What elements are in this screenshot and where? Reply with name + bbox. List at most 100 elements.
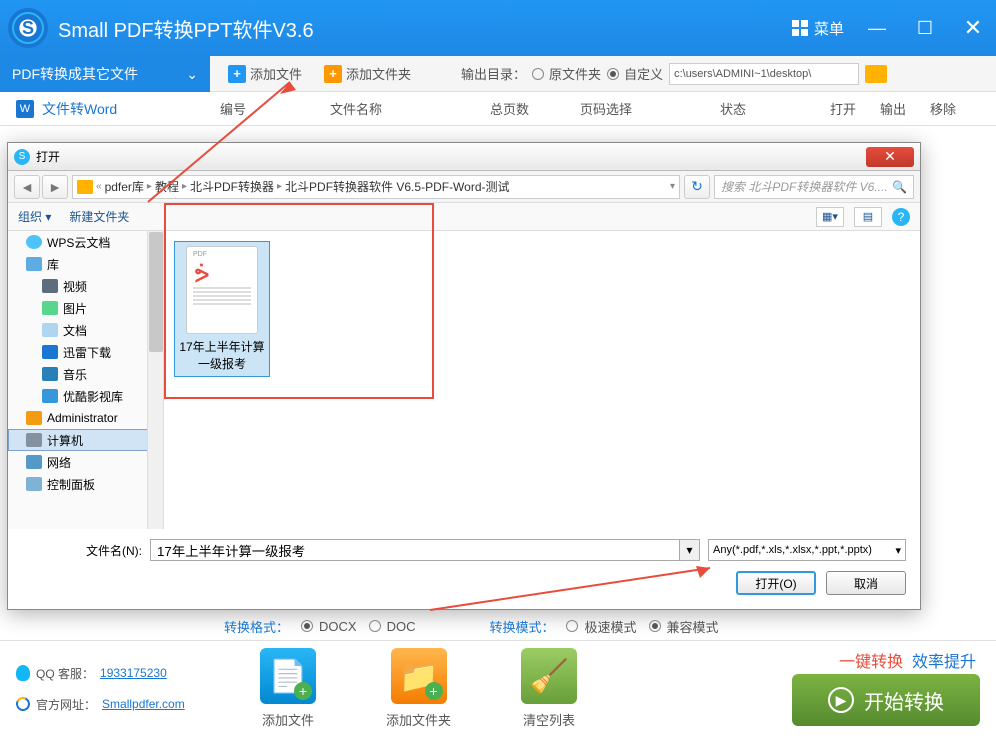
big-add-file-button[interactable]: 📄+ 添加文件 — [260, 648, 316, 729]
refresh-button[interactable]: ↻ — [684, 175, 710, 199]
view-details-button[interactable]: ▤ — [854, 207, 882, 227]
app-logo: S — [8, 8, 48, 48]
folder-icon — [77, 180, 93, 194]
slogan-part1: 一键转换 — [839, 654, 903, 671]
search-input[interactable]: 搜索 北斗PDF转换器软件 V6.... 🔍 — [714, 175, 914, 199]
chevron-down-icon: ▾ — [895, 544, 901, 557]
organize-button[interactable]: 组织 ▾ — [18, 208, 51, 225]
site-link[interactable]: Smallpdfer.com — [102, 697, 185, 711]
tree-item[interactable]: 网络 — [8, 451, 163, 473]
search-placeholder: 搜索 北斗PDF转换器软件 V6.... — [721, 178, 888, 195]
tree-item[interactable]: 控制面板 — [8, 473, 163, 495]
slogan-part2: 效率提升 — [912, 654, 976, 671]
format-docx-radio[interactable]: DOCX — [301, 619, 357, 634]
file-item[interactable]: ᕘ 17年上半年计算一级报考 — [174, 241, 270, 377]
dialog-footer: 文件名(N): ▾ Any(*.pdf,*.xls,*.xlsx,*.ppt,*… — [8, 529, 920, 605]
comp-icon — [26, 433, 42, 447]
tree-item[interactable]: 优酷影视库 — [8, 385, 163, 407]
tree-item[interactable]: 迅雷下载 — [8, 341, 163, 363]
close-button[interactable]: ✕ — [958, 13, 988, 43]
tree-item[interactable]: 文档 — [8, 319, 163, 341]
breadcrumb-item[interactable]: 北斗PDF转换器 — [190, 178, 274, 195]
tree-item[interactable]: Administrator — [8, 407, 163, 429]
admin-icon — [26, 411, 42, 425]
col-pages: 总页数 — [490, 99, 580, 118]
qq-link[interactable]: 1933175230 — [100, 666, 167, 680]
sidebar-item-label: 文件转Word — [42, 99, 117, 119]
logo-letter: S — [12, 12, 44, 44]
col-output: 输出 — [880, 99, 930, 118]
support-links: QQ 客服：1933175230 官方网址：Smallpdfer.com — [0, 655, 230, 723]
category-dropdown[interactable]: PDF转换成其它文件 ⌄ — [0, 56, 210, 92]
mode-compat-radio[interactable]: 兼容模式 — [649, 617, 719, 636]
output-path-input[interactable] — [669, 63, 859, 85]
filename-input[interactable] — [150, 539, 680, 561]
big-clear-button[interactable]: 🧹 清空列表 — [521, 648, 577, 729]
col-pagerange: 页码选择 — [580, 99, 720, 118]
output-custom-radio[interactable]: 自定义 — [607, 64, 663, 83]
vid-icon — [42, 279, 58, 293]
tree-item[interactable]: 视频 — [8, 275, 163, 297]
add-file-button[interactable]: +添加文件 — [220, 61, 310, 86]
menu-button[interactable]: 菜单 — [792, 18, 844, 39]
play-icon: ▶ — [828, 687, 854, 713]
tree-item-label: 音乐 — [63, 366, 87, 383]
minimize-button[interactable]: — — [862, 13, 892, 43]
start-convert-button[interactable]: ▶ 开始转换 — [792, 674, 980, 726]
newfolder-button[interactable]: 新建文件夹 — [69, 208, 129, 225]
add-folder-button[interactable]: +添加文件夹 — [316, 61, 419, 86]
tree-item[interactable]: 计算机 — [8, 429, 163, 451]
nav-back-button[interactable]: ◄ — [14, 175, 40, 199]
tree-item[interactable]: WPS云文档 — [8, 231, 163, 253]
nav-forward-button[interactable]: ► — [42, 175, 68, 199]
sidebar-item-word[interactable]: W 文件转Word — [0, 92, 210, 126]
word-icon: W — [16, 100, 34, 118]
breadcrumb-item[interactable]: 教程 — [155, 178, 179, 195]
doc-icon — [42, 323, 58, 337]
scrollbar[interactable] — [147, 231, 163, 529]
search-icon: 🔍 — [892, 180, 907, 194]
site-label: 官方网址： — [36, 696, 96, 713]
plus-icon: + — [228, 65, 246, 83]
cancel-button[interactable]: 取消 — [826, 571, 906, 595]
globe-icon — [14, 695, 32, 713]
breadcrumb[interactable]: « pdfer库▸ 教程▸ 北斗PDF转换器▸ 北斗PDF转换器软件 V6.5-… — [72, 175, 680, 199]
file-filter-select[interactable]: Any(*.pdf,*.xls,*.xlsx,*.ppt,*.pptx)▾ — [708, 539, 906, 561]
dialog-close-button[interactable]: ✕ — [866, 147, 914, 167]
net-icon — [26, 455, 42, 469]
format-label: 转换格式： — [224, 617, 289, 636]
browse-folder-button[interactable] — [865, 65, 887, 83]
open-button[interactable]: 打开(O) — [736, 571, 816, 595]
format-doc-radio[interactable]: DOC — [369, 619, 416, 634]
big-add-folder-button[interactable]: 📁+ 添加文件夹 — [386, 648, 451, 729]
img-icon — [42, 301, 58, 315]
tree-item-label: WPS云文档 — [47, 234, 110, 251]
breadcrumb-item[interactable]: 北斗PDF转换器软件 V6.5-PDF-Word-测试 — [285, 178, 509, 195]
chevron-down-icon: ⌄ — [186, 66, 198, 83]
titlebar: S Small PDF转换PPT软件V3.6 菜单 — ☐ ✕ — [0, 0, 996, 56]
tree-item-label: 图片 — [63, 300, 87, 317]
mus-icon — [42, 367, 58, 381]
subheader: W 文件转Word 编号 文件名称 总页数 页码选择 状态 打开 输出 移除 — [0, 92, 996, 126]
folder-icon: 📁+ — [391, 648, 447, 704]
mode-label: 转换模式： — [489, 617, 554, 636]
view-thumbnails-button[interactable]: ▦▾ — [816, 207, 844, 227]
big-add-folder-label: 添加文件夹 — [386, 710, 451, 729]
add-folder-label: 添加文件夹 — [346, 64, 411, 83]
plus-icon: + — [294, 682, 312, 700]
help-icon[interactable]: ? — [892, 208, 910, 226]
tree-item[interactable]: 图片 — [8, 297, 163, 319]
filename-dropdown[interactable]: ▾ — [680, 539, 700, 561]
tree-item-label: 计算机 — [47, 432, 83, 449]
tree-item[interactable]: 音乐 — [8, 363, 163, 385]
breadcrumb-item[interactable]: pdfer库 — [105, 178, 144, 195]
open-dialog: S 打开 ✕ ◄ ► « pdfer库▸ 教程▸ 北斗PDF转换器▸ 北斗PDF… — [7, 142, 921, 610]
toolbar: PDF转换成其它文件 ⌄ +添加文件 +添加文件夹 输出目录： 原文件夹 自定义 — [0, 56, 996, 92]
tree-item[interactable]: 库 — [8, 253, 163, 275]
file-label: 17年上半年计算一级报考 — [179, 338, 265, 372]
start-label: 开始转换 — [864, 686, 944, 715]
maximize-button[interactable]: ☐ — [910, 13, 940, 43]
output-srcfolder-radio[interactable]: 原文件夹 — [532, 64, 601, 83]
mode-fast-radio[interactable]: 极速模式 — [566, 617, 636, 636]
tree-item-label: 库 — [47, 256, 59, 273]
